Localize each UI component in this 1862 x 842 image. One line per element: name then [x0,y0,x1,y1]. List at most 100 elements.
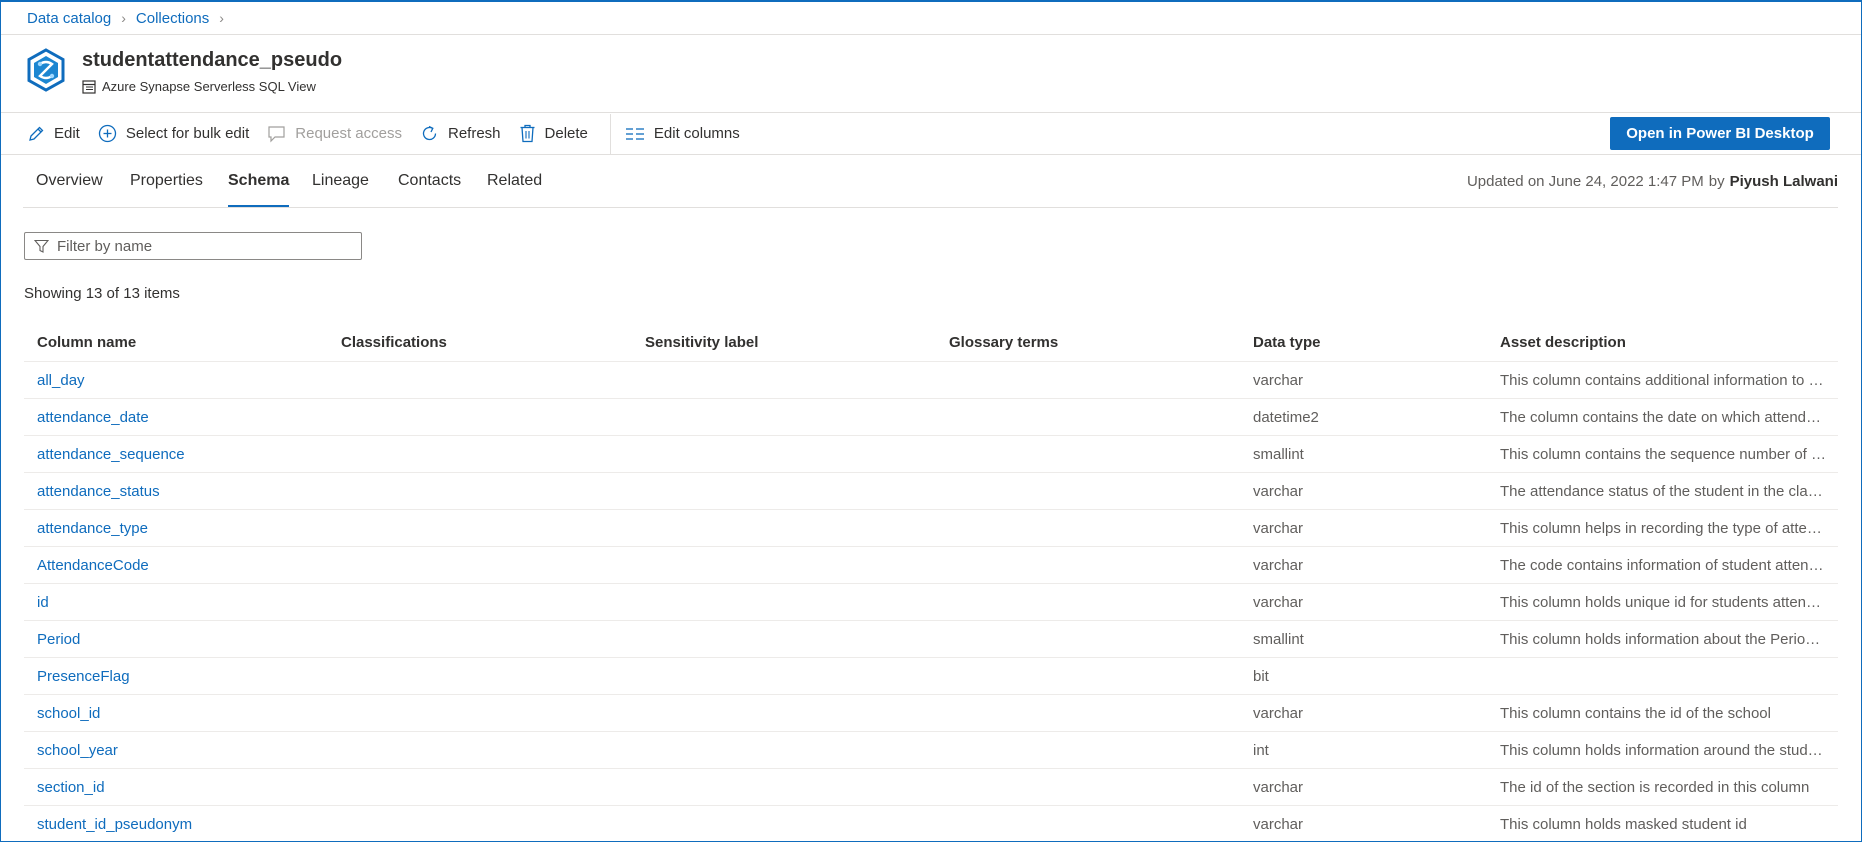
column-name-link[interactable]: school_year [37,732,327,769]
column-name-link[interactable]: attendance_date [37,399,327,436]
table-row[interactable]: AttendanceCode varchar The code contains i… [24,547,1838,584]
asset-description-cell: The code contains information of student… [1500,557,1827,574]
table-row[interactable]: all_day varchar This column contains addit… [24,362,1838,399]
column-name-link[interactable]: attendance_type [37,510,327,547]
sensitivity-label-cell [645,399,935,436]
asset-description-cell: This column holds unique id for students… [1500,594,1827,611]
asset-description-cell: This column helps in recording the type … [1500,520,1827,537]
table-row[interactable]: section_id varchar The id of the section i… [24,769,1838,806]
sensitivity-label-cell [645,621,935,658]
table-row[interactable]: attendance_type varchar This column helps … [24,510,1838,547]
chevron-right-icon: › [121,10,126,26]
toolbar: Edit Select for bulk edit Request access… [1,113,1861,155]
classifications-cell [341,547,631,584]
header-data-type[interactable]: Data type [1253,322,1483,362]
tab-related[interactable]: Related [474,155,555,207]
table-row[interactable]: attendance_sequence smallint This column c… [24,436,1838,473]
sensitivity-label-cell [645,584,935,621]
bulk-edit-label: Select for bulk edit [125,125,250,142]
schema-table: Column name Classifications Sensitivity … [24,322,1838,841]
breadcrumb-collections[interactable]: Collections [136,10,209,27]
column-name-link[interactable]: Period [37,621,327,658]
data-type-cell: varchar [1253,557,1304,574]
delete-label: Delete [544,125,588,142]
tab-contacts[interactable]: Contacts [385,155,474,207]
edit-label: Edit [54,125,80,142]
glossary-terms-cell [949,584,1239,621]
columns-icon [625,127,644,140]
edit-button[interactable]: Edit [27,125,80,143]
column-name-link[interactable]: PresenceFlag [37,658,327,695]
header-sensitivity-label[interactable]: Sensitivity label [645,322,935,362]
select-bulk-edit-button[interactable]: Select for bulk edit [98,124,249,143]
column-name-link[interactable]: attendance_sequence [37,436,327,473]
header-column-name[interactable]: Column name [37,322,327,362]
data-type-cell: smallint [1253,446,1304,463]
data-type-cell: varchar [1253,372,1304,389]
glossary-terms-cell [949,436,1239,473]
request-access-button[interactable]: Request access [267,125,402,143]
sensitivity-label-cell [645,806,935,841]
edit-columns-button[interactable]: Edit columns [625,125,740,142]
tab-schema[interactable]: Schema [215,155,302,207]
table-row[interactable]: school_year int This column holds informat… [24,732,1838,769]
table-row[interactable]: PresenceFlag bit [24,658,1838,695]
delete-button[interactable]: Delete [519,124,588,143]
sensitivity-label-cell [645,436,935,473]
column-name-link[interactable]: attendance_status [37,473,327,510]
pencil-icon [29,126,44,141]
updated-info: Updated on June 24, 2022 1:47 PM by Piyu… [1467,155,1838,207]
classifications-cell [341,510,631,547]
sensitivity-label-cell [645,362,935,399]
table-row[interactable]: school_id varchar This column contains the… [24,695,1838,732]
header-asset-description[interactable]: Asset description [1500,322,1827,362]
classifications-cell [341,658,631,695]
data-type-cell: int [1253,742,1269,759]
classifications-cell [341,399,631,436]
page-title: studentattendance_pseudo [82,49,343,71]
tab-overview[interactable]: Overview [23,155,116,207]
chevron-right-icon: › [219,10,224,26]
glossary-terms-cell [949,362,1239,399]
sql-view-icon [82,79,96,94]
filter-input[interactable] [57,237,347,255]
refresh-button[interactable]: Refresh [420,124,501,143]
classifications-cell [341,769,631,806]
tab-bar: Overview Properties Schema Lineage Conta… [23,155,1838,208]
tab-lineage[interactable]: Lineage [299,155,382,207]
asset-description-cell: This column contains the id of the schoo… [1500,705,1771,722]
table-header: Column name Classifications Sensitivity … [24,322,1838,362]
column-name-link[interactable]: section_id [37,769,327,806]
column-name-link[interactable]: student_id_pseudonym [37,806,327,841]
header-classifications[interactable]: Classifications [341,322,631,362]
classifications-cell [341,621,631,658]
breadcrumb-data-catalog[interactable]: Data catalog [27,10,111,27]
tab-properties[interactable]: Properties [117,155,216,207]
glossary-terms-cell [949,658,1239,695]
column-name-link[interactable]: all_day [37,362,327,399]
table-row[interactable]: attendance_status varchar The attendance s… [24,473,1838,510]
column-name-link[interactable]: AttendanceCode [37,547,327,584]
glossary-terms-cell [949,473,1239,510]
filter-box[interactable] [24,232,362,260]
updated-text: Updated on June 24, 2022 1:47 PM [1466,172,1704,190]
classifications-cell [341,732,631,769]
open-in-power-bi-button[interactable]: Open in Power BI Desktop [1610,117,1830,150]
asset-description-cell: This column holds masked student id [1500,816,1747,833]
table-row[interactable]: id varchar This column holds unique id for… [24,584,1838,621]
data-type-cell: varchar [1253,705,1304,722]
table-row[interactable]: attendance_date datetime2 The column conta… [24,399,1838,436]
glossary-terms-cell [949,510,1239,547]
glossary-terms-cell [949,547,1239,584]
table-row[interactable]: Period smallint This column holds informat… [24,621,1838,658]
asset-description-cell: This column holds information about the … [1500,631,1827,648]
comment-icon [268,125,285,142]
column-name-link[interactable]: school_id [37,695,327,732]
column-name-link[interactable]: id [37,584,327,621]
data-type-cell: smallint [1253,631,1304,648]
classifications-cell [341,473,631,510]
updated-by-name: Piyush Lalwani [1729,172,1838,190]
classifications-cell [341,695,631,732]
header-glossary-terms[interactable]: Glossary terms [949,322,1239,362]
table-row[interactable]: student_id_pseudonym varchar This column h… [24,806,1838,841]
